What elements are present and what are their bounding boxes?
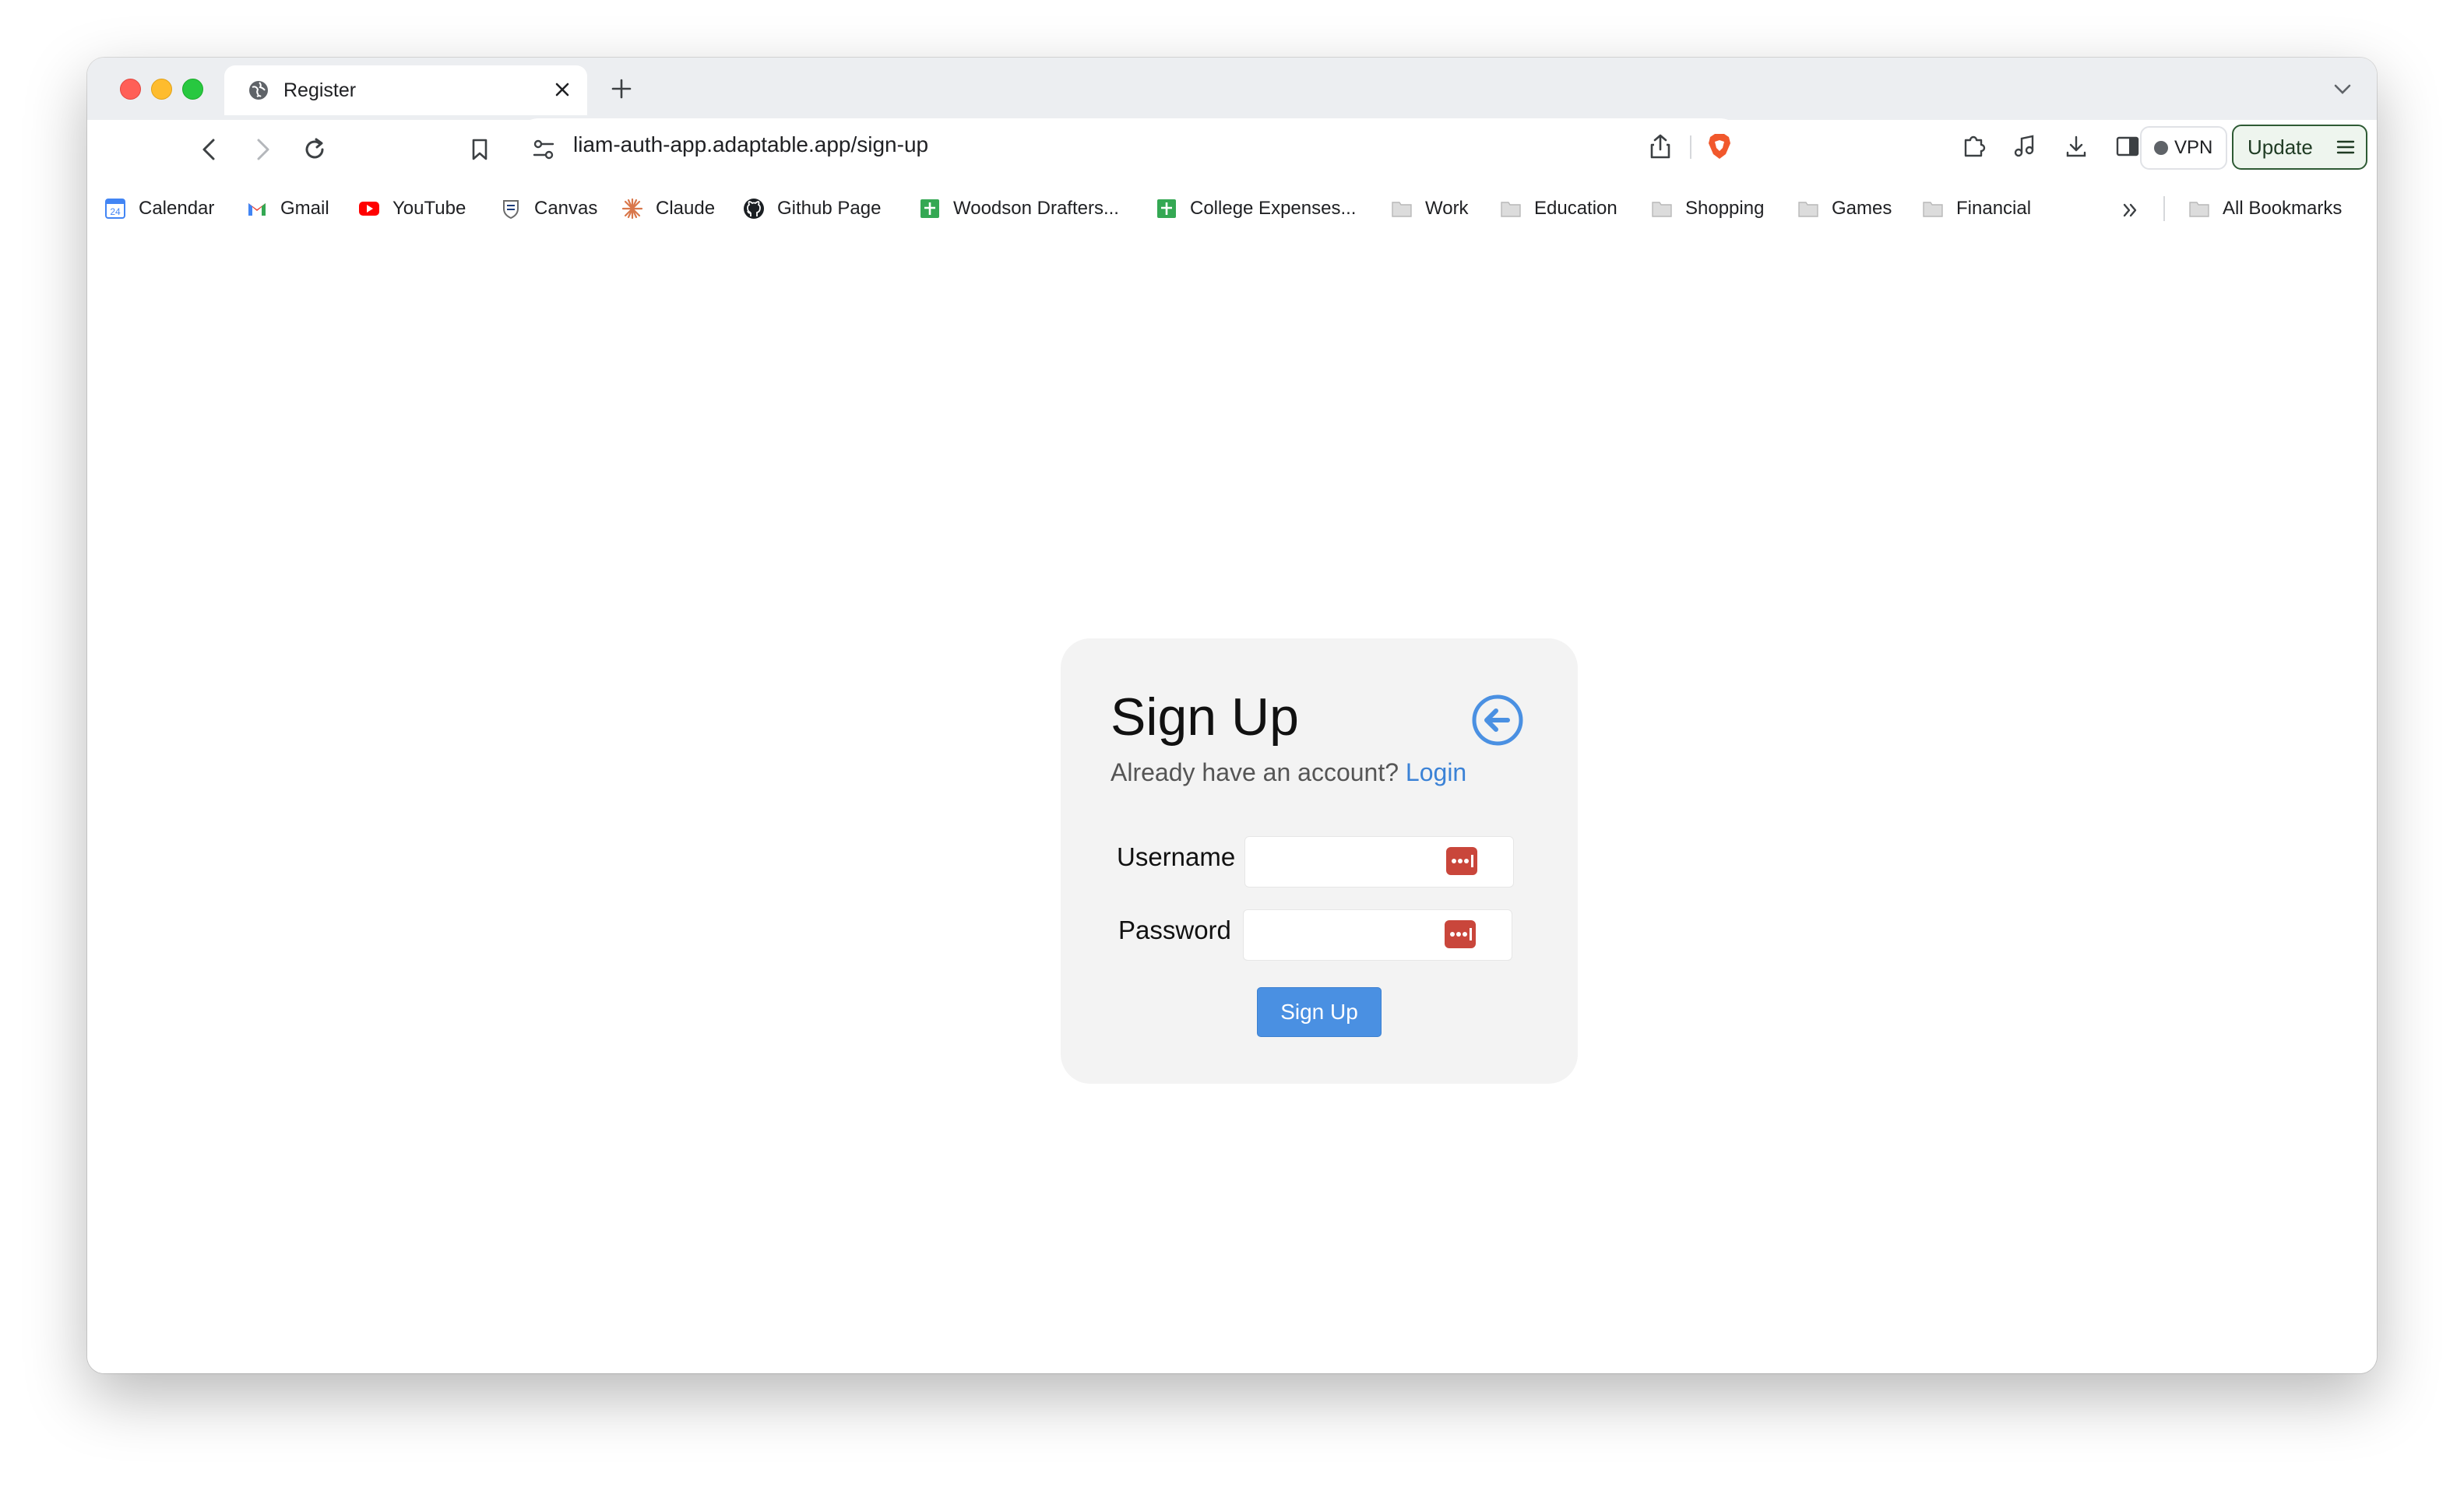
bookmarks-bar: 24 Calendar Gmail YouTube Canvas Claude … <box>87 181 2377 235</box>
new-tab-icon[interactable] <box>606 73 637 104</box>
bookmark-folder-work[interactable]: Work <box>1391 195 1469 223</box>
calendar-icon: 24 <box>105 199 125 219</box>
page-title: Sign Up <box>1111 687 1299 747</box>
close-tab-icon[interactable] <box>548 76 576 104</box>
login-link[interactable]: Login <box>1406 758 1466 786</box>
music-note-icon[interactable] <box>2009 131 2040 162</box>
address-divider <box>1690 135 1691 159</box>
bookmark-gmail[interactable]: Gmail <box>246 195 329 223</box>
folder-icon <box>1652 202 1672 217</box>
reload-icon[interactable] <box>297 132 332 167</box>
claude-icon <box>621 198 643 220</box>
bookmark-college-expenses[interactable]: College Expenses... <box>1156 195 1356 223</box>
bookmark-claude[interactable]: Claude <box>621 195 715 223</box>
tab-strip: Register <box>87 58 2377 120</box>
brave-shields-icon[interactable] <box>1704 131 1735 162</box>
folder-icon <box>1392 202 1412 217</box>
share-icon[interactable] <box>1645 131 1676 162</box>
hamburger-menu-icon <box>2336 140 2355 154</box>
folder-icon <box>2189 202 2209 217</box>
folder-icon <box>1923 202 1943 217</box>
update-label: Update <box>2248 135 2313 159</box>
signup-card: Sign Up Already have an account? Login U… <box>1061 638 1578 1084</box>
bookmarks-divider <box>2163 196 2165 221</box>
bookmark-folder-financial[interactable]: Financial <box>1922 195 2031 223</box>
password-manager-key-icon[interactable] <box>1444 919 1477 950</box>
login-prompt-text: Already have an account? <box>1111 758 1399 786</box>
sign-up-button[interactable]: Sign Up <box>1257 987 1382 1037</box>
username-label: Username <box>1117 842 1236 871</box>
forward-arrow-icon[interactable] <box>245 132 279 167</box>
more-bookmarks-chevron-icon[interactable] <box>2120 199 2142 221</box>
bookmark-canvas[interactable]: Canvas <box>500 195 597 223</box>
sheets-icon <box>920 199 939 218</box>
sheets-icon <box>1157 199 1176 218</box>
github-icon <box>744 199 764 219</box>
vpn-button[interactable]: VPN <box>2140 126 2227 170</box>
update-button[interactable]: Update <box>2232 125 2367 170</box>
minimize-window-button[interactable] <box>151 79 172 100</box>
tab-title: Register <box>283 79 357 101</box>
youtube-icon <box>359 202 379 216</box>
svg-text:24: 24 <box>110 206 121 217</box>
back-arrow-circle-icon[interactable] <box>1470 693 1525 747</box>
site-settings-icon[interactable] <box>528 134 559 165</box>
browser-chrome: Register liam-auth-app.adaptable.app/sig… <box>87 58 2377 236</box>
tab-register[interactable]: Register <box>224 65 587 115</box>
bookmark-folder-education[interactable]: Education <box>1500 195 1617 223</box>
url-text[interactable]: liam-auth-app.adaptable.app/sign-up <box>573 132 928 157</box>
browser-window: Register liam-auth-app.adaptable.app/sig… <box>87 58 2377 1373</box>
bookmark-github-page[interactable]: Github Page <box>743 195 881 223</box>
download-icon[interactable] <box>2061 131 2092 162</box>
bookmark-icon[interactable] <box>463 132 497 167</box>
chevron-down-icon[interactable] <box>2328 75 2357 103</box>
bookmark-woodson-drafters[interactable]: Woodson Drafters... <box>919 195 1119 223</box>
globe-icon <box>249 81 268 100</box>
bookmark-youtube[interactable]: YouTube <box>358 195 466 223</box>
password-label: Password <box>1118 916 1231 944</box>
back-arrow-icon[interactable] <box>193 132 227 167</box>
extensions-puzzle-icon[interactable] <box>1958 131 1989 162</box>
folder-icon <box>1501 202 1521 217</box>
folder-icon <box>1798 202 1818 217</box>
zoom-window-button[interactable] <box>182 79 203 100</box>
all-bookmarks-button[interactable]: All Bookmarks <box>2188 195 2342 223</box>
vpn-label: VPN <box>2174 137 2213 158</box>
close-window-button[interactable] <box>120 79 141 100</box>
bookmark-folder-games[interactable]: Games <box>1797 195 1892 223</box>
vpn-status-icon <box>2154 141 2168 155</box>
password-manager-key-icon[interactable] <box>1445 845 1478 877</box>
login-prompt: Already have an account? Login <box>1111 758 1466 787</box>
sidebar-toggle-icon[interactable] <box>2112 131 2143 162</box>
bookmark-folder-shopping[interactable]: Shopping <box>1651 195 1764 223</box>
canvas-icon <box>503 200 519 220</box>
gmail-icon <box>248 203 266 216</box>
bookmark-calendar[interactable]: 24 Calendar <box>104 195 214 223</box>
